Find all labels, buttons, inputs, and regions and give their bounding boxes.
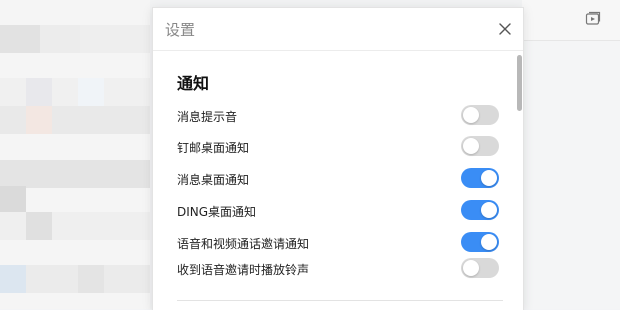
setting-row-message-desktop: 消息桌面通知: [177, 168, 499, 192]
setting-label: 语音和视频通话邀请通知: [177, 237, 310, 251]
toggle-knob: [463, 260, 479, 276]
setting-label: 收到语音邀请时播放铃声: [177, 263, 310, 277]
section-divider: [177, 300, 503, 301]
setting-label: 钉邮桌面通知: [177, 141, 250, 155]
toggle-knob: [463, 138, 479, 154]
setting-row-call-invite: 语音和视频通话邀请通知: [177, 232, 499, 256]
toggle-knob: [481, 234, 497, 250]
toggle-switch[interactable]: [461, 258, 499, 278]
setting-label: 消息桌面通知: [177, 173, 250, 187]
toggle-knob: [481, 202, 497, 218]
blurred-app-header: [522, 0, 620, 41]
blurred-app-sidebar: [0, 0, 150, 309]
setting-row-ding-desktop: DING桌面通知: [177, 200, 499, 224]
setting-label: 消息提示音: [177, 110, 238, 124]
video-icon[interactable]: [585, 11, 601, 27]
setting-row-mail-desktop: 钉邮桌面通知: [177, 136, 499, 160]
setting-row-message-sound: 消息提示音: [177, 105, 499, 129]
toggle-switch[interactable]: [461, 232, 499, 252]
close-icon[interactable]: [496, 20, 514, 38]
toggle-switch[interactable]: [461, 168, 499, 188]
toggle-switch[interactable]: [461, 200, 499, 220]
toggle-switch[interactable]: [461, 136, 499, 156]
toggle-knob: [463, 107, 479, 123]
scrollbar[interactable]: [516, 50, 522, 310]
setting-row-ringtone: 收到语音邀请时播放铃声: [177, 258, 499, 282]
toggle-knob: [481, 170, 497, 186]
notifications-section-title: 通知: [177, 74, 210, 93]
dialog-title: 设置: [165, 21, 196, 39]
toggle-switch[interactable]: [461, 105, 499, 125]
dialog-header: 设置: [153, 8, 523, 51]
setting-label: DING桌面通知: [177, 205, 257, 219]
scrollbar-thumb[interactable]: [517, 55, 522, 111]
blurred-app-body: [522, 41, 620, 309]
settings-dialog: 设置 通知 消息提示音 钉邮桌面通知 消息桌面通知 DING桌面通知 语音和视频…: [152, 7, 524, 310]
